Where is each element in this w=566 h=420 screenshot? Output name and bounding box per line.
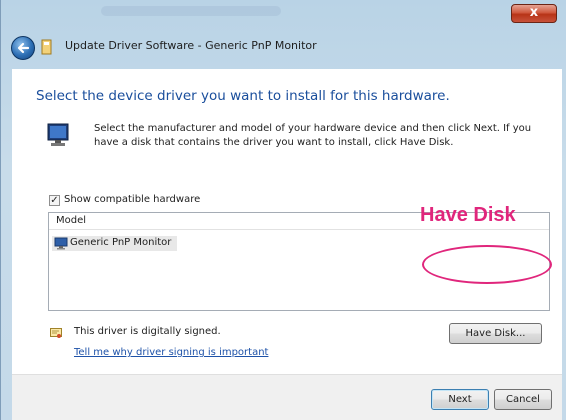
next-button[interactable]: Next	[431, 389, 489, 410]
wizard-icon	[41, 39, 52, 55]
page-description: Select the manufacturer and model of you…	[94, 123, 532, 148]
window-title-bar-blurred	[101, 6, 281, 16]
annotation-highlight-oval	[422, 245, 552, 284]
show-compatible-checkbox[interactable]: ✓	[49, 195, 60, 206]
signed-status-text: This driver is digitally signed.	[74, 326, 221, 337]
window-frame: x Update Driver Software - Generic PnP M…	[0, 0, 566, 420]
driver-signing-link[interactable]: Tell me why driver signing is important	[74, 347, 268, 358]
back-arrow-icon	[17, 42, 30, 54]
show-compatible-label[interactable]: Show compatible hardware	[64, 194, 200, 205]
annotation-label: Have Disk	[420, 204, 516, 226]
back-button[interactable]	[11, 36, 35, 60]
close-button[interactable]: x	[511, 4, 557, 23]
have-disk-button[interactable]: Have Disk...	[449, 323, 542, 344]
monitor-icon	[47, 123, 69, 146]
monitor-icon	[54, 237, 68, 250]
list-item-label: Generic PnP Monitor	[70, 237, 172, 248]
model-column-header: Model	[56, 215, 87, 226]
list-item[interactable]: Generic PnP Monitor	[52, 236, 177, 251]
page-heading: Select the device driver you want to ins…	[36, 88, 450, 104]
certificate-icon	[50, 328, 62, 338]
wizard-title: Update Driver Software - Generic PnP Mon…	[65, 39, 317, 52]
cancel-button[interactable]: Cancel	[494, 389, 552, 410]
